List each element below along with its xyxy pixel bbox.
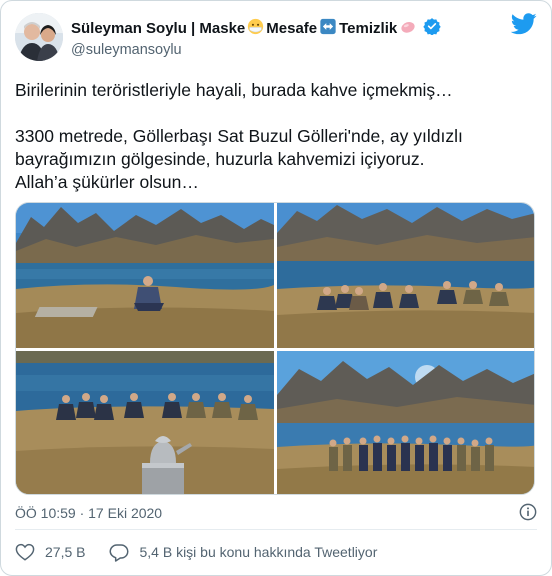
tweet-timestamp[interactable]: ÖÖ 10:59 · 17 Eki 2020 [15,505,162,521]
photo-3[interactable] [16,351,274,494]
tweet-header: Süleyman Soylu | Maske Mesafe Temizlik @… [15,13,537,63]
talking-count: 5,4 B kişi bu konu hakkında Tweetliyor [139,544,378,560]
photo-2[interactable] [277,203,534,348]
verified-badge-icon [423,17,441,39]
display-name-part-2: Mesafe [266,19,318,37]
like-button[interactable]: 27,5 B [15,543,85,561]
tweet-text-line-4: Allah’a şükürler olsun… [15,172,199,192]
heart-icon [15,543,35,561]
divider [15,529,537,530]
like-count: 27,5 B [45,544,86,560]
display-name[interactable]: Süleyman Soylu | Maske Mesafe Temizlik [71,17,497,39]
display-name-part-1: Süleyman Soylu | Maske [71,19,246,37]
tweet-text-line-2: 3300 metrede, Göllerbaşı Sat Buzul Gölle… [15,126,463,146]
soap-emoji-icon [399,18,417,39]
photo-grid [15,202,535,495]
user-handle[interactable]: @suleymansoylu [71,42,497,58]
tweet-text-line-3: bayrağımızın gölgesinde, huzurla kahvemi… [15,149,425,169]
display-name-part-3: Temizlik [339,19,398,37]
avatar[interactable] [15,13,63,61]
tweet-actions: 27,5 B 5,4 B kişi bu konu hakkında Tweet… [15,539,537,565]
info-icon[interactable] [519,503,537,521]
mask-emoji-icon [247,18,264,39]
tweet-text-line-1: Birilerinin teröristleriyle hayali, bura… [15,80,453,100]
conversation-button[interactable]: 5,4 B kişi bu konu hakkında Tweetliyor [109,543,377,562]
twitter-bird-icon[interactable] [510,13,537,35]
speech-bubble-icon [109,543,129,562]
left-right-arrow-emoji-icon [319,18,337,39]
tweet-card: Süleyman Soylu | Maske Mesafe Temizlik @… [0,0,552,576]
user-names: Süleyman Soylu | Maske Mesafe Temizlik @… [71,17,497,58]
photo-1[interactable] [16,203,274,348]
tweet-text: Birilerinin teröristleriyle hayali, bura… [15,79,537,194]
tweet-meta: ÖÖ 10:59 · 17 Eki 2020 [15,503,537,523]
photo-4[interactable] [277,351,534,494]
